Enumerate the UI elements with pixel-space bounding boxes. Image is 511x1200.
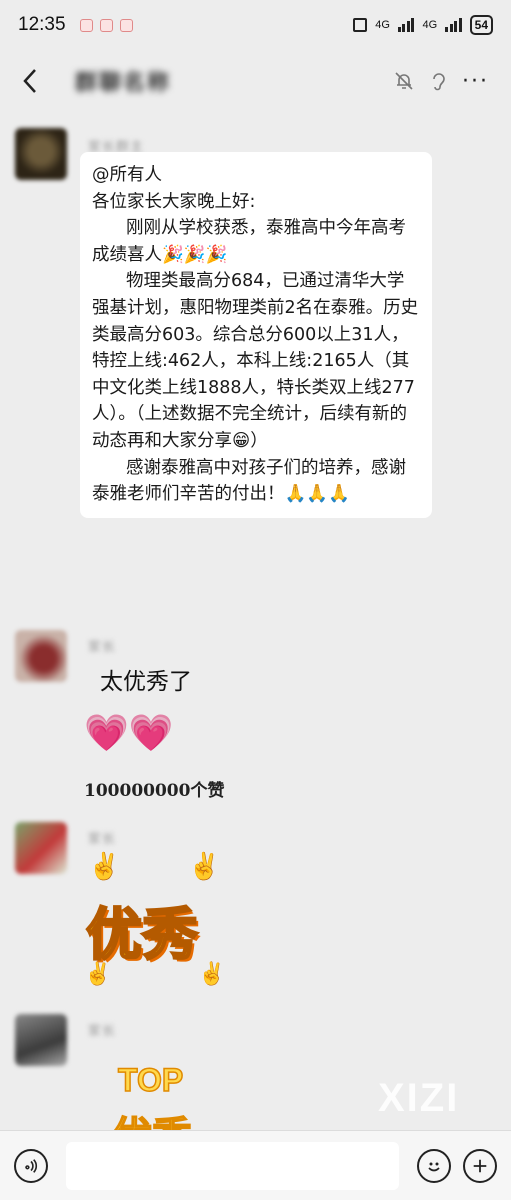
message-text[interactable]: 太优秀了 bbox=[100, 662, 192, 696]
battery-indicator: 54 bbox=[469, 15, 493, 35]
vibrate-icon bbox=[353, 18, 368, 32]
emoji-icon bbox=[428, 1162, 440, 1171]
sender-name: 家长 bbox=[88, 1024, 117, 1039]
victory-hand-icon: ✌️ bbox=[198, 962, 226, 987]
signal-icon bbox=[445, 18, 462, 32]
notification-icon bbox=[99, 18, 113, 32]
victory-hand-icon: ✌️ bbox=[84, 962, 112, 987]
sticker-text: 优秀 bbox=[85, 902, 200, 970]
avatar[interactable] bbox=[15, 1014, 67, 1066]
avatar[interactable] bbox=[15, 128, 67, 180]
avatar[interactable] bbox=[15, 822, 67, 874]
more-icon[interactable]: ··· bbox=[462, 69, 489, 94]
victory-hand-icon: ✌️ bbox=[88, 852, 121, 882]
status-time: 12:35 bbox=[18, 14, 66, 35]
plus-icon bbox=[473, 1159, 487, 1172]
message-input[interactable] bbox=[66, 1141, 399, 1190]
sender-name: 家长 bbox=[88, 832, 117, 847]
plus-button[interactable] bbox=[463, 1148, 497, 1183]
back-icon bbox=[23, 69, 36, 93]
notification-icons bbox=[79, 18, 133, 32]
ear-icon bbox=[433, 73, 445, 91]
sticker-excellent[interactable]: ✌️ ✌️ 优秀 ✌️ ✌️ bbox=[80, 848, 240, 998]
status-bar: 12:35 4G 4G 54 bbox=[0, 0, 511, 50]
message-line: 物理类最高分684，已通过清华大学强基计划，惠阳物理类前2名在泰雅。历史类最高分… bbox=[92, 271, 419, 451]
network-label: 4G bbox=[422, 19, 438, 31]
message-line: @所有人 bbox=[92, 165, 162, 185]
avatar[interactable] bbox=[15, 630, 67, 682]
message-line: 各位家长大家晚上好: bbox=[92, 191, 256, 212]
sticker-top[interactable]: TOP 优秀 bbox=[96, 1044, 246, 1130]
heart-icons: 💗💗 bbox=[84, 713, 174, 754]
message-line: 刚刚从学校获悉，泰雅高中今年高考成绩喜人🎉🎉🎉 bbox=[92, 218, 406, 265]
message-line: 感谢泰雅高中对孩子们的培养，感谢泰雅老师们辛苦的付出！🙏🙏🙏 bbox=[92, 457, 406, 505]
voice-button[interactable] bbox=[14, 1148, 48, 1183]
sticker-text: TOP bbox=[117, 1061, 184, 1099]
chat-title: 群聊名称 bbox=[75, 70, 172, 95]
signal-icon bbox=[397, 18, 415, 32]
chat-header: 群聊名称 ··· bbox=[0, 50, 511, 112]
message-bubble[interactable]: @所有人 各位家长大家晚上好: 刚刚从学校获悉，泰雅高中今年高考成绩喜人🎉🎉🎉 … bbox=[80, 152, 432, 518]
back-button[interactable] bbox=[0, 50, 60, 112]
network-label: 4G bbox=[375, 19, 390, 31]
mute-icon bbox=[395, 72, 413, 90]
sender-name: 家长 bbox=[88, 640, 117, 655]
emoji-button[interactable] bbox=[417, 1148, 451, 1183]
voice-icon bbox=[25, 1158, 38, 1173]
input-bar bbox=[0, 1130, 511, 1200]
notification-icon bbox=[119, 18, 133, 32]
likes-text: 100000000个赞 bbox=[84, 781, 225, 801]
watermark: XIZI bbox=[378, 1076, 460, 1120]
notification-icon bbox=[79, 18, 93, 32]
sticker-subtext: 优秀 bbox=[111, 1104, 193, 1130]
victory-hand-icon: ✌️ bbox=[188, 852, 221, 882]
